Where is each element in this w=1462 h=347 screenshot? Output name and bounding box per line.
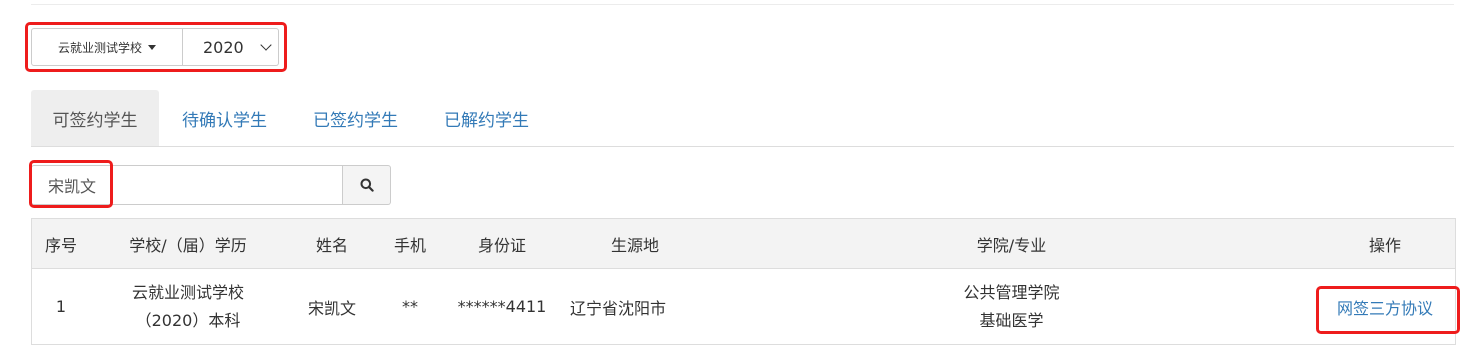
search-input[interactable] — [31, 165, 343, 205]
col-header-phone: 手机 — [378, 218, 442, 269]
col-header-college-major: 学院/专业 — [708, 218, 1315, 269]
search-icon — [360, 178, 374, 192]
col-header-origin: 生源地 — [562, 218, 708, 269]
year-select[interactable]: 2020 — [183, 28, 279, 66]
chevron-down-icon — [260, 39, 272, 51]
cell-origin: 辽宁省沈阳市 — [562, 268, 708, 345]
cell-school-name: 云就业测试学校 — [131, 282, 244, 302]
student-table: 序号 学校/（届）学历 姓名 手机 身份证 生源地 学院/专业 操作 1 云就业… — [31, 218, 1456, 345]
school-dropdown-label: 云就业测试学校 — [57, 40, 142, 55]
tab-signable-label: 可签约学生 — [52, 110, 138, 131]
cell-college-major: 公共管理学院 基础医学 — [708, 268, 1315, 345]
cell-id-card: ******4411 — [442, 268, 562, 345]
tab-terminated-label: 已解约学生 — [444, 110, 529, 131]
tab-pending-label: 待确认学生 — [182, 110, 267, 131]
school-dropdown[interactable]: 云就业测试学校 — [31, 28, 183, 66]
tab-terminated[interactable]: 已解约学生 — [421, 90, 552, 146]
col-header-name: 姓名 — [286, 218, 378, 269]
col-header-action: 操作 — [1315, 218, 1456, 269]
col-header-id-card: 身份证 — [442, 218, 562, 269]
tab-pending[interactable]: 待确认学生 — [159, 90, 290, 146]
search-bar — [31, 165, 391, 205]
cell-major: 基础医学 — [979, 310, 1044, 330]
sign-agreement-link[interactable]: 网签三方协议 — [1337, 299, 1433, 318]
caret-down-icon — [148, 44, 156, 50]
top-divider — [31, 4, 1454, 5]
tab-signed-label: 已签约学生 — [313, 110, 398, 131]
year-select-value: 2020 — [203, 37, 244, 57]
cell-year-education: （2020）本科 — [135, 310, 241, 330]
cell-college: 公共管理学院 — [963, 282, 1060, 302]
tab-signed[interactable]: 已签约学生 — [290, 90, 421, 146]
cell-name: 宋凯文 — [286, 268, 378, 345]
table-header-row: 序号 学校/（届）学历 姓名 手机 身份证 生源地 学院/专业 操作 — [31, 218, 1456, 269]
cell-school: 云就业测试学校 （2020）本科 — [90, 268, 286, 345]
filter-bar: 云就业测试学校 2020 — [31, 28, 279, 66]
cell-index: 1 — [31, 268, 90, 345]
student-tabs: 可签约学生 待确认学生 已签约学生 已解约学生 — [31, 90, 1454, 147]
col-header-index: 序号 — [31, 218, 90, 269]
cell-action: 网签三方协议 — [1315, 268, 1456, 345]
cell-phone: ** — [378, 268, 442, 345]
col-header-school: 学校/（届）学历 — [90, 218, 286, 269]
table-row: 1 云就业测试学校 （2020）本科 宋凯文 ** ******4411 辽宁省… — [31, 268, 1456, 345]
search-button[interactable] — [343, 165, 391, 205]
tab-signable[interactable]: 可签约学生 — [31, 90, 159, 146]
